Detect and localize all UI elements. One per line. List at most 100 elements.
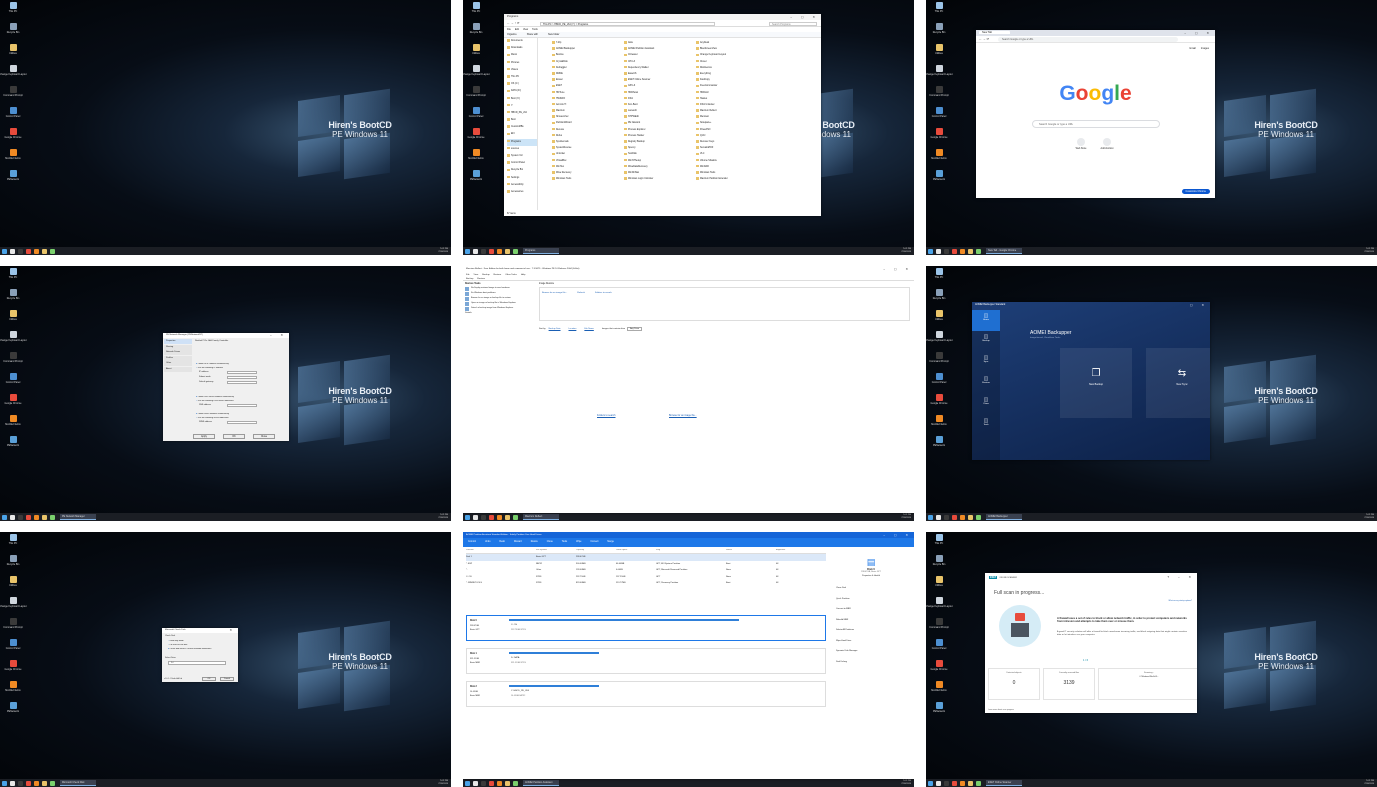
desktop-icon[interactable]: Recycle Bin: [2, 555, 24, 574]
chrome-icon[interactable]: [489, 248, 494, 254]
menu-item[interactable]: Help: [521, 274, 526, 276]
notepad-icon[interactable]: [976, 514, 981, 520]
nav-item[interactable]: DATA (D:): [507, 88, 537, 95]
google-search-box[interactable]: Search Google or type a URL: [1032, 120, 1160, 128]
start-icon[interactable]: [928, 514, 933, 520]
desktop-icon[interactable]: Recycle Bin: [2, 289, 24, 308]
terminal-icon[interactable]: [18, 248, 23, 254]
nav-item[interactable]: ◫ Backup: [972, 331, 1000, 352]
taskbar-app-button[interactable]: New Tab - Google Chrome: [986, 248, 1022, 254]
desktop-icon[interactable]: Google Chrome: [2, 660, 24, 679]
column-header[interactable]: Partition: [466, 549, 536, 551]
close-icon[interactable]: ✕: [229, 628, 236, 633]
desktop-icon[interactable]: Command Prompt: [928, 352, 950, 371]
desktop-icon[interactable]: This PC: [465, 2, 487, 21]
ip-input[interactable]: [227, 371, 257, 374]
folder-icon[interactable]: [42, 248, 47, 254]
customize-chrome-button[interactable]: Customize Chrome: [1181, 189, 1210, 194]
desktop-icon[interactable]: PENetwork: [928, 170, 950, 189]
terminal-icon[interactable]: [944, 514, 949, 520]
desktop-icon[interactable]: PENetwork: [2, 436, 24, 455]
nav-item[interactable]: sources: [507, 146, 537, 153]
top-link[interactable]: Images: [1201, 47, 1209, 50]
side-action[interactable]: Rebuild MBR: [831, 619, 911, 630]
disk-map[interactable]: Disk 1 931.51GB Basic MBR D: DATA 931.51GB N…: [466, 648, 826, 674]
system-tray[interactable]: 7:02 PM 7/30/2024: [1364, 514, 1374, 520]
firefox-icon[interactable]: [34, 248, 39, 254]
radio-option[interactable]: ● Obtain an IP address automatically: [196, 363, 229, 365]
chrome-icon[interactable]: [26, 514, 31, 520]
search-input[interactable]: Search Programs: [769, 21, 817, 26]
system-tray[interactable]: 7:02 PM 7/30/2024: [1364, 248, 1374, 254]
nav-item[interactable]: ◫ Restore: [972, 373, 1000, 394]
start-icon[interactable]: [2, 514, 7, 520]
chrome-icon[interactable]: [952, 514, 957, 520]
desktop-icon[interactable]: Command Prompt: [928, 86, 950, 105]
desktop-icon[interactable]: Recycle Bin: [465, 23, 487, 42]
ip-input[interactable]: [227, 421, 257, 424]
ip-input[interactable]: [227, 404, 257, 407]
system-tray[interactable]: 7:02 PM 7/30/2024: [438, 248, 448, 254]
notepad-icon[interactable]: [513, 780, 518, 786]
folder-icon[interactable]: [42, 514, 47, 520]
task-link[interactable]: Browse for an image or backup file to re…: [465, 297, 535, 301]
desktop-icon[interactable]: Google Chrome: [2, 128, 24, 147]
column-header[interactable]: Capacity: [576, 549, 616, 551]
sidebar-item[interactable]: Profiles: [164, 355, 192, 361]
tab-new-tab[interactable]: New Tab: [979, 31, 1011, 34]
folder-icon[interactable]: [968, 780, 973, 786]
desktop-icon[interactable]: Control Panel: [928, 107, 950, 126]
menu-item[interactable]: Edit: [515, 28, 519, 31]
desktop-icon[interactable]: Change Keyboard Layout: [463, 65, 490, 84]
desktop-icon[interactable]: Mozilla Firefox: [928, 681, 950, 700]
chrome-icon[interactable]: [26, 780, 31, 786]
chrome-icon[interactable]: [489, 514, 494, 520]
table-row[interactable]: *: WINRETOOLS NTFS 823.00MB 513.77MB GPT, Re…: [466, 580, 826, 587]
center-link[interactable]: Browse for an image file...: [669, 414, 697, 417]
sidebar-item[interactable]: Other: [164, 361, 192, 366]
top-link[interactable]: Gmail: [1189, 47, 1196, 50]
toolbar-button[interactable]: Organize: [507, 33, 517, 36]
nav-item[interactable]: OS (C:): [507, 81, 537, 88]
firefox-icon[interactable]: [34, 780, 39, 786]
terminal-icon[interactable]: [18, 514, 23, 520]
system-tray[interactable]: 7:02 PM 7/30/2024: [438, 780, 448, 786]
side-action[interactable]: Quick Partition: [831, 598, 911, 609]
desktop-icon[interactable]: Control Panel: [465, 107, 487, 126]
nav-item[interactable]: Accessibility: [507, 182, 537, 189]
notepad-icon[interactable]: [976, 248, 981, 254]
sidebar-item[interactable]: Properties: [164, 339, 192, 344]
menu-item[interactable]: View: [523, 28, 528, 31]
desktop-icon[interactable]: Utilities: [2, 44, 24, 63]
desktop-icon[interactable]: Command Prompt: [2, 352, 24, 371]
toolbar-button[interactable]: Undo: [485, 541, 491, 543]
nav-item[interactable]: Accessories: [507, 189, 537, 196]
desktop-icon[interactable]: PENetwork: [928, 436, 950, 455]
nav-item[interactable]: Programs: [507, 138, 537, 146]
sort-link[interactable]: Backup Date: [549, 328, 561, 330]
folder-icon[interactable]: [505, 780, 510, 786]
taskbar-app-button[interactable]: Macrium Reflect: [523, 514, 559, 520]
file-explorer-icon[interactable]: [10, 514, 15, 520]
desktop-icon[interactable]: Recycle Bin: [928, 23, 950, 42]
radio-option[interactable]: ○ Use the following WINS addresses: [196, 417, 229, 419]
toolbar-button[interactable]: Tools: [562, 541, 567, 543]
desktop-icon[interactable]: Recycle Bin: [928, 555, 950, 574]
toolbar-button[interactable]: Discard: [514, 541, 522, 543]
desktop-icon[interactable]: Control Panel: [2, 373, 24, 392]
toolbar-button[interactable]: Convert: [590, 541, 598, 543]
radio-option[interactable]: ○ Fix errors on the disk: [168, 644, 236, 646]
ip-input[interactable]: [227, 381, 257, 384]
nav-item[interactable]: Y:: [507, 103, 537, 110]
toolbar-button[interactable]: Wipe: [576, 541, 581, 543]
desktop-icon[interactable]: Google Chrome: [2, 394, 24, 413]
sort-link[interactable]: File Name: [584, 328, 593, 330]
folder-icon[interactable]: [968, 514, 973, 520]
menu-item[interactable]: Other Tasks: [505, 274, 517, 276]
menu-item[interactable]: Tools: [532, 28, 538, 31]
nav-item[interactable]: Pictures: [507, 60, 537, 67]
radio-option[interactable]: ○ Use the following IP address: [196, 367, 223, 369]
chrome-icon[interactable]: [26, 248, 31, 254]
desktop-icon[interactable]: Change Keyboard Layout: [0, 597, 27, 616]
action-card[interactable]: ⇆ New Sync: [1146, 348, 1210, 418]
